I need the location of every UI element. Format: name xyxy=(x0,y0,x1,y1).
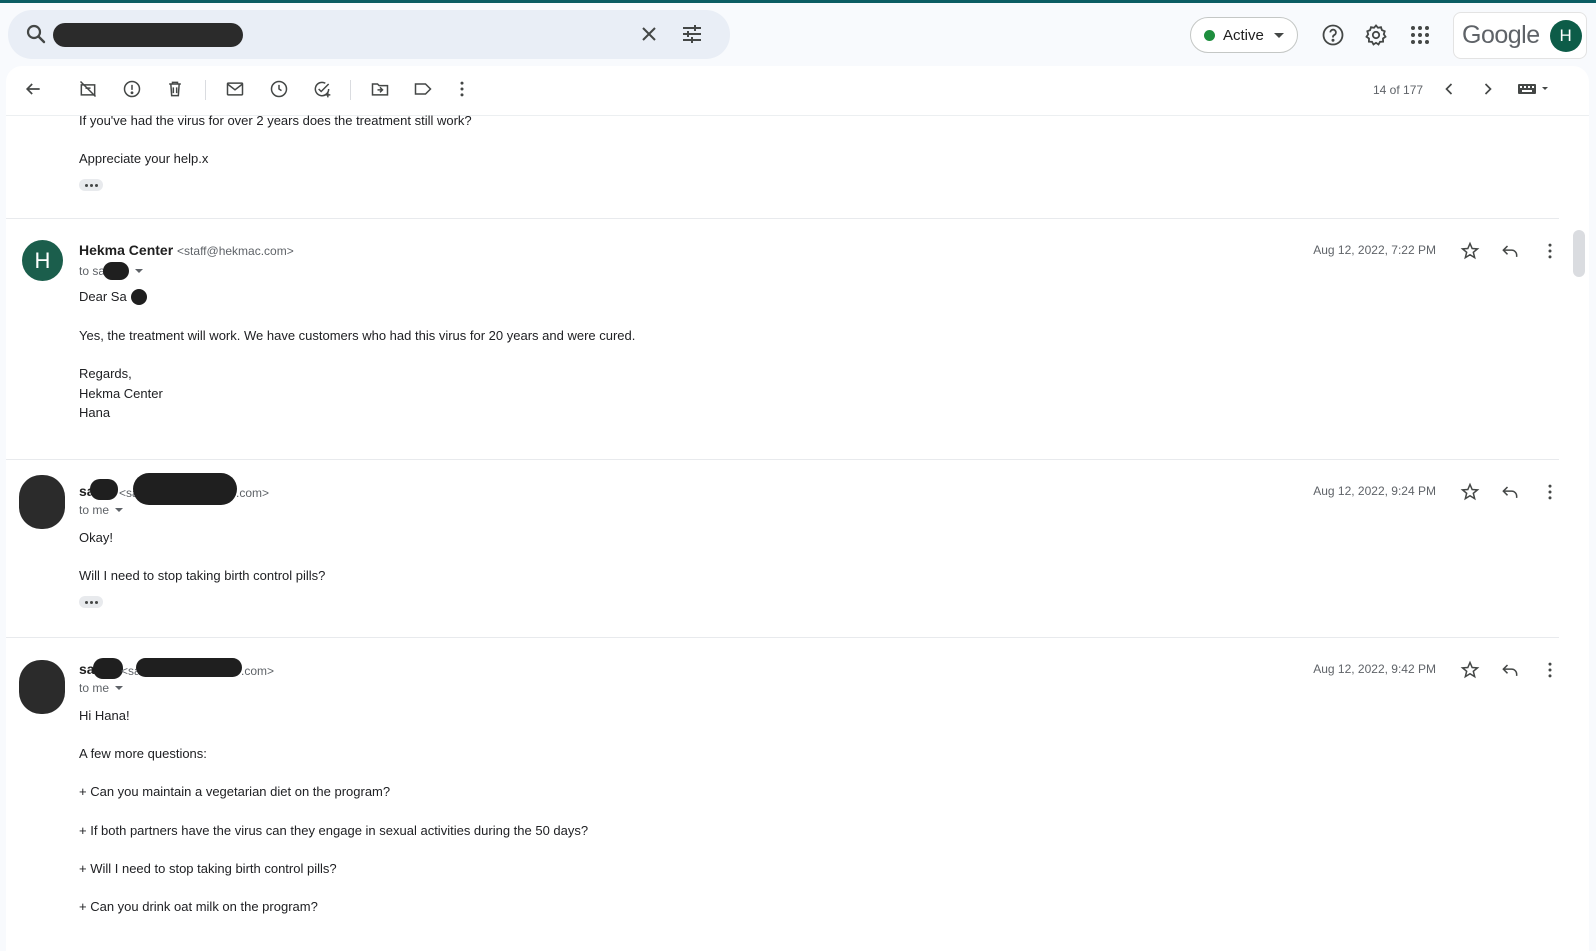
message-date: Aug 12, 2022, 9:42 PM xyxy=(1313,662,1436,676)
sender-email: <staff@hekmac.com> xyxy=(177,244,294,258)
scrollbar-thumb[interactable] xyxy=(1573,230,1585,277)
message-body-line: A few more questions: xyxy=(79,746,207,761)
gear-icon[interactable] xyxy=(1364,23,1388,47)
sender-avatar-redacted[interactable] xyxy=(19,660,65,714)
message-body-line: If you've had the virus for over 2 years… xyxy=(79,113,472,128)
chevron-down-icon xyxy=(115,686,124,690)
message-date: Aug 12, 2022, 9:24 PM xyxy=(1313,484,1436,498)
message-date: Aug 12, 2022, 7:22 PM xyxy=(1313,243,1436,257)
redaction-mark xyxy=(103,262,130,280)
chevron-right-icon[interactable] xyxy=(1478,79,1498,99)
toolbar-divider xyxy=(205,80,206,100)
toolbar-divider xyxy=(350,80,351,100)
reply-icon[interactable] xyxy=(1500,241,1520,261)
message-body-line: + Can you maintain a vegetarian diet on … xyxy=(79,784,391,799)
redaction-mark xyxy=(136,658,242,677)
reply-icon[interactable] xyxy=(1500,482,1520,502)
recipient-details-toggle[interactable]: to me xyxy=(79,681,124,695)
star-icon[interactable] xyxy=(1460,660,1480,680)
tune-icon[interactable] xyxy=(680,22,704,46)
message-divider xyxy=(6,218,1559,219)
signature-line: Regards, xyxy=(79,366,132,381)
top-accent-line xyxy=(0,0,1596,3)
recipient-details-toggle[interactable]: to me xyxy=(79,503,124,517)
more-vert-icon[interactable] xyxy=(452,79,472,99)
sender-avatar-redacted[interactable] xyxy=(19,475,65,529)
message-body-line: Appreciate your help.x xyxy=(79,151,209,166)
message-body-line: + If both partners have the virus can th… xyxy=(79,823,589,838)
show-trimmed-content-button[interactable] xyxy=(79,179,103,191)
label-icon[interactable] xyxy=(413,79,433,99)
message-body-line: Hi Hana! xyxy=(79,708,130,723)
redaction-mark xyxy=(131,289,147,305)
more-vert-icon[interactable] xyxy=(1540,482,1560,502)
message-body-line: Okay! xyxy=(79,530,113,545)
account-switcher[interactable]: Google H xyxy=(1453,12,1587,59)
star-icon[interactable] xyxy=(1460,482,1480,502)
redaction-mark xyxy=(90,479,118,500)
chevron-left-icon[interactable] xyxy=(1439,79,1459,99)
archive-icon[interactable] xyxy=(78,79,98,99)
sender-email-domain: .com> xyxy=(236,486,270,500)
back-arrow-icon[interactable] xyxy=(23,79,43,99)
snooze-icon[interactable] xyxy=(269,79,289,99)
signature-line: Hana xyxy=(79,405,111,420)
account-avatar[interactable]: H xyxy=(1549,19,1582,52)
message-body-line: + Will I need to stop taking birth contr… xyxy=(79,861,337,876)
search-query-redacted xyxy=(53,23,243,47)
message-panel: 14 of 177 If you've had the virus for ov… xyxy=(6,66,1589,951)
signature-line: Hekma Center xyxy=(79,386,163,401)
chevron-down-icon xyxy=(135,269,144,273)
chevron-down-icon xyxy=(115,508,124,512)
recipient-details-toggle[interactable]: to sa xyxy=(79,262,144,280)
sender-email-domain: .com> xyxy=(241,664,275,678)
search-bar[interactable] xyxy=(8,10,730,59)
message-greeting: Dear Sa xyxy=(79,289,147,305)
redaction-mark xyxy=(133,473,237,505)
message-body-line: Yes, the treatment will work. We have cu… xyxy=(79,328,636,343)
keyboard-icon[interactable] xyxy=(1516,79,1552,99)
add-task-icon[interactable] xyxy=(312,79,332,99)
message-counter: 14 of 177 xyxy=(1373,83,1424,97)
more-vert-icon[interactable] xyxy=(1540,241,1560,261)
report-spam-icon[interactable] xyxy=(122,79,142,99)
move-to-icon[interactable] xyxy=(370,79,390,99)
status-label: Active xyxy=(1223,26,1264,44)
redaction-mark xyxy=(93,658,123,679)
help-icon[interactable] xyxy=(1321,23,1345,47)
search-icon[interactable] xyxy=(24,22,48,46)
reply-icon[interactable] xyxy=(1500,660,1520,680)
message-body-line: Will I need to stop taking birth control… xyxy=(79,568,326,583)
brand-logo: Google xyxy=(1462,21,1540,49)
apps-grid-icon[interactable] xyxy=(1408,23,1432,47)
chevron-down-icon xyxy=(1273,32,1284,38)
message-divider xyxy=(6,459,1559,460)
message-toolbar: 14 of 177 xyxy=(6,66,1589,116)
delete-icon[interactable] xyxy=(165,79,185,99)
sender-name: Hekma Center <staff@hekmac.com> xyxy=(79,242,294,258)
status-dot xyxy=(1204,29,1215,41)
close-icon[interactable] xyxy=(637,22,661,46)
status-selector[interactable]: Active xyxy=(1190,17,1298,53)
sender-avatar[interactable]: H xyxy=(22,240,63,281)
message-body-line: + Can you drink oat milk on the program? xyxy=(79,899,318,914)
show-trimmed-content-button[interactable] xyxy=(79,596,103,608)
message-divider xyxy=(6,637,1559,638)
star-icon[interactable] xyxy=(1460,241,1480,261)
more-vert-icon[interactable] xyxy=(1540,660,1560,680)
mark-unread-icon[interactable] xyxy=(225,79,245,99)
